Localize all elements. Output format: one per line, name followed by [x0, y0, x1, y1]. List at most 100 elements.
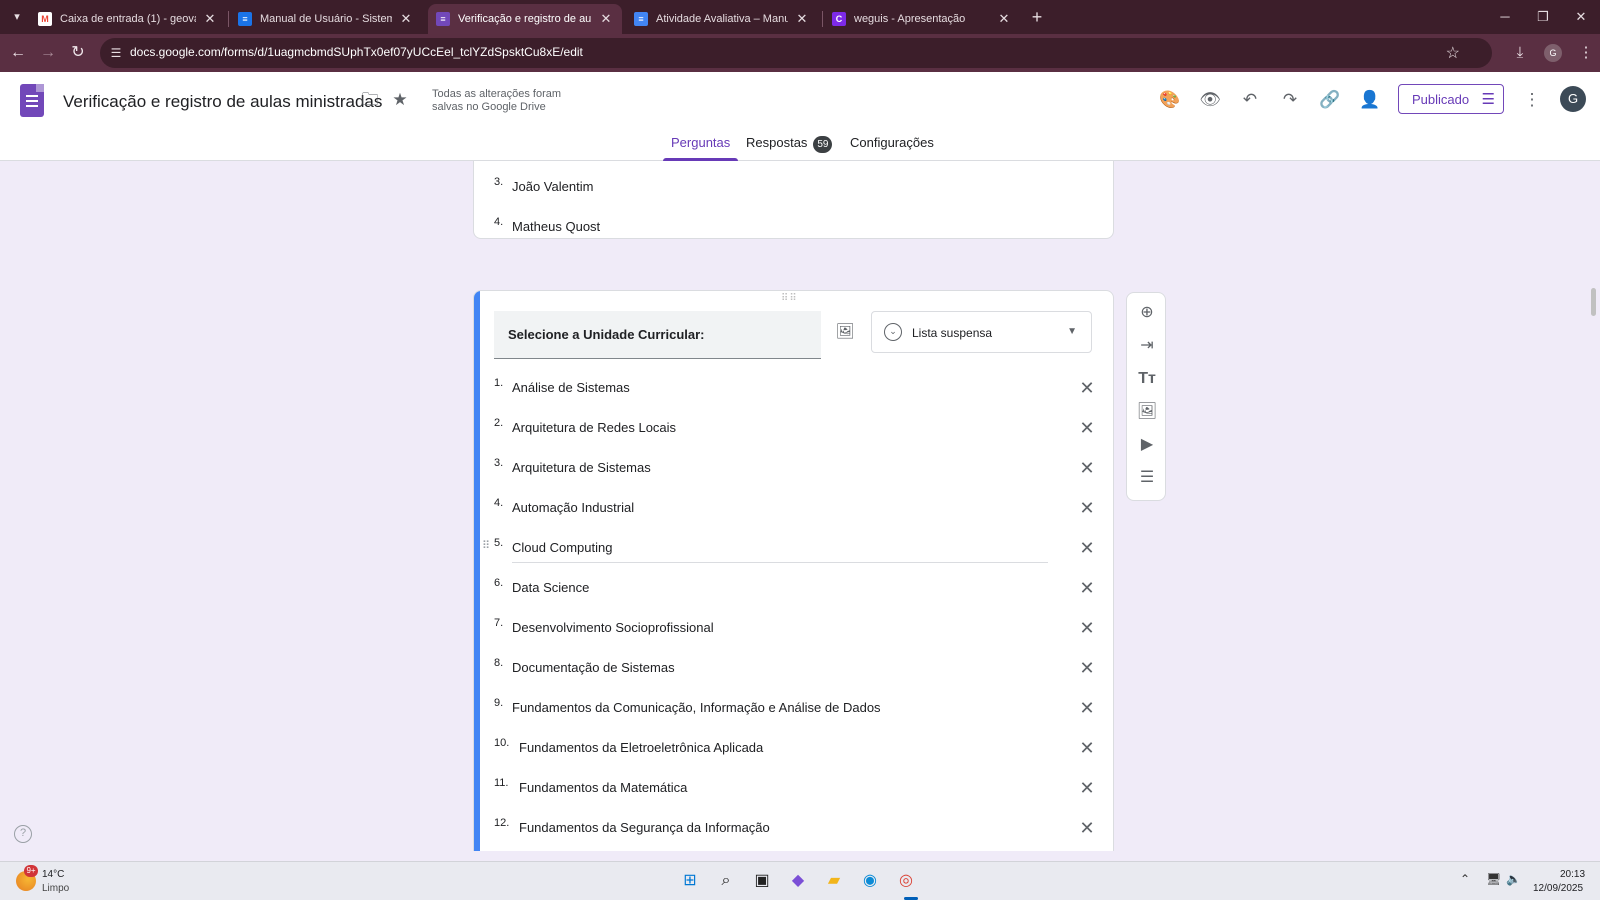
browser-tab-manual[interactable]: ≡ Manual de Usuário - Sistema de ✕ — [230, 4, 422, 34]
more-options-icon[interactable]: ⋮ — [1520, 88, 1544, 112]
list-item[interactable]: 4. Automação Industrial ✕ — [494, 491, 1095, 527]
clock-time[interactable]: 20:13 — [1560, 869, 1585, 880]
remove-option-icon[interactable]: ✕ — [1076, 617, 1098, 639]
clock-date[interactable]: 12/09/2025 — [1533, 883, 1583, 894]
account-avatar[interactable]: G — [1560, 86, 1586, 112]
list-item[interactable]: 7. Desenvolvimento Socioprofissional ✕ — [494, 611, 1095, 647]
preview-eye-icon[interactable]: 👁 — [1198, 88, 1222, 112]
close-tab-icon[interactable]: ✕ — [598, 11, 614, 27]
remove-option-icon[interactable]: ✕ — [1076, 497, 1098, 519]
back-arrow-icon[interactable]: ← — [6, 42, 30, 64]
bookmark-star-icon[interactable]: ☆ — [1446, 43, 1460, 63]
scrollbar-thumb[interactable] — [1591, 288, 1596, 316]
add-image-icon[interactable]: 🖼 — [1135, 400, 1159, 424]
remove-option-icon[interactable]: ✕ — [1076, 577, 1098, 599]
list-item[interactable]: 3. João Valentim — [494, 176, 593, 194]
help-icon[interactable]: ? — [14, 825, 32, 843]
list-item[interactable]: 11. Fundamentos da Matemática ✕ — [494, 771, 1095, 807]
remove-option-icon[interactable]: ✕ — [1076, 377, 1098, 399]
remove-option-icon[interactable]: ✕ — [1076, 697, 1098, 719]
browser-menu-icon[interactable]: ⋮ — [1574, 42, 1598, 64]
minimize-icon[interactable]: ─ — [1490, 6, 1520, 28]
windows-start-icon[interactable]: ⊞ — [678, 869, 702, 893]
url-text[interactable]: docs.google.com/forms/d/1uagmcbmdSUphTx0… — [130, 45, 583, 59]
close-tab-icon[interactable]: ✕ — [996, 11, 1012, 27]
chrome-browser-icon[interactable]: ◎ — [894, 869, 918, 893]
list-item[interactable]: 8. Documentação de Sistemas ✕ — [494, 651, 1095, 687]
remove-option-icon[interactable]: ✕ — [1076, 417, 1098, 439]
star-icon[interactable]: ★ — [388, 88, 412, 112]
remove-option-icon[interactable]: ✕ — [1076, 777, 1098, 799]
palette-icon[interactable]: 🎨 — [1158, 88, 1182, 112]
remove-option-icon[interactable]: ✕ — [1076, 537, 1098, 559]
list-item[interactable]: 9. Fundamentos da Comunicação, Informaçã… — [494, 691, 1095, 727]
close-tab-icon[interactable]: ✕ — [398, 11, 414, 27]
form-title[interactable]: Verificação e registro de aulas ministra… — [63, 92, 382, 112]
list-item[interactable]: 12. Fundamentos da Segurança da Informaç… — [494, 811, 1095, 847]
browser-tab-atividade[interactable]: ≡ Atividade Avaliativa – Manual d ✕ — [626, 4, 818, 34]
reload-icon[interactable]: ↻ — [66, 42, 90, 64]
browser-tab-weguis[interactable]: C weguis - Apresentação ✕ — [824, 4, 1020, 34]
copilot-app-icon[interactable]: ◆ — [786, 869, 810, 893]
weather-description[interactable]: Limpo — [42, 883, 69, 894]
site-info-icon[interactable]: ☰ — [108, 45, 124, 61]
undo-icon[interactable]: ↶ — [1238, 88, 1262, 112]
active-question-card[interactable]: ⠿⠿ Selecione a Unidade Curricular: 🖼 ⌄ L… — [473, 290, 1114, 851]
option-underline — [512, 562, 1048, 563]
volume-icon[interactable]: 🔈 — [1506, 872, 1521, 886]
question-title-field[interactable]: Selecione a Unidade Curricular: — [494, 311, 821, 359]
search-icon[interactable]: ⌕ — [714, 869, 738, 893]
show-hidden-icons-chevron-icon[interactable]: ⌃ — [1460, 872, 1470, 886]
list-item[interactable]: 1. Análise de Sistemas ✕ — [494, 371, 1095, 407]
option-drag-handle-icon[interactable]: ⠿ — [482, 539, 490, 552]
download-icon[interactable]: ⤓ — [1508, 42, 1532, 64]
add-title-text-icon[interactable]: Tт — [1135, 367, 1159, 391]
add-image-icon[interactable]: 🖼 — [834, 321, 856, 343]
address-bar[interactable]: ☰ docs.google.com/forms/d/1uagmcbmdSUphT… — [100, 38, 1492, 68]
tab-responses[interactable]: Respostas 59 — [746, 135, 833, 161]
tab-settings[interactable]: Configurações — [850, 135, 934, 161]
browser-tab-gmail[interactable]: M Caixa de entrada (1) - geovann ✕ — [30, 4, 226, 34]
remove-option-icon[interactable]: ✕ — [1076, 817, 1098, 839]
folder-icon[interactable]: 🗀 — [358, 88, 382, 112]
restore-icon[interactable]: ❐ — [1528, 6, 1558, 28]
add-collaborator-icon[interactable]: 👤 — [1358, 88, 1382, 112]
tab-search-chevron-icon[interactable]: ▾ — [6, 7, 28, 27]
weather-temperature[interactable]: 14°C — [42, 869, 64, 880]
list-item[interactable]: 6. Data Science ✕ — [494, 571, 1095, 607]
link-icon[interactable]: 🔗 — [1318, 88, 1342, 112]
drag-handle-icon[interactable]: ⠿⠿ — [781, 293, 798, 304]
remove-option-icon[interactable]: ✕ — [1076, 737, 1098, 759]
close-tab-icon[interactable]: ✕ — [794, 11, 810, 27]
tab-questions[interactable]: Perguntas — [662, 135, 739, 161]
close-tab-icon[interactable]: ✕ — [202, 11, 218, 27]
redo-icon[interactable]: ↷ — [1278, 88, 1302, 112]
remove-option-icon[interactable]: ✕ — [1076, 657, 1098, 679]
close-window-icon[interactable]: ✕ — [1566, 6, 1596, 28]
browser-profile-avatar[interactable]: G — [1544, 44, 1562, 62]
google-forms-logo-icon[interactable] — [20, 84, 44, 117]
browser-tab-forms-active[interactable]: ≡ Verificação e registro de aulas r ✕ — [428, 4, 622, 34]
network-icon[interactable]: 🖥 — [1486, 872, 1501, 886]
save-status: Todas as alterações foram salvas no Goog… — [432, 88, 562, 113]
list-item[interactable]: 4. Matheus Quost — [494, 216, 600, 234]
add-question-icon[interactable]: ⊕ — [1135, 301, 1159, 325]
list-item[interactable]: 3. Arquitetura de Sistemas ✕ — [494, 451, 1095, 487]
task-view-icon[interactable]: ▣ — [750, 869, 774, 893]
list-item[interactable]: 10. Fundamentos da Eletroeletrônica Apli… — [494, 731, 1095, 767]
list-item[interactable]: 2. Arquitetura de Redes Locais ✕ — [494, 411, 1095, 447]
previous-question-card[interactable]: 3. João Valentim 4. Matheus Quost — [473, 161, 1114, 239]
publish-button[interactable]: Publicado ☰ — [1398, 84, 1504, 114]
browser-toolbar: ← → ↻ ☰ docs.google.com/forms/d/1uagmcbm… — [0, 34, 1600, 72]
list-item[interactable]: ⠿ 5. Cloud Computing ✕ — [482, 531, 1095, 567]
add-section-icon[interactable]: ☰ — [1135, 466, 1159, 490]
remove-option-icon[interactable]: ✕ — [1076, 457, 1098, 479]
responses-count-badge: 59 — [813, 136, 833, 153]
new-tab-icon[interactable]: + — [1026, 6, 1048, 28]
question-type-select[interactable]: ⌄ Lista suspensa ▼ — [871, 311, 1092, 353]
add-video-icon[interactable]: ▶ — [1135, 433, 1159, 457]
edge-browser-icon[interactable]: ◉ — [858, 869, 882, 893]
file-explorer-icon[interactable]: ▰ — [822, 869, 846, 893]
forward-arrow-icon[interactable]: → — [36, 42, 60, 64]
import-questions-icon[interactable]: ⇥ — [1135, 334, 1159, 358]
